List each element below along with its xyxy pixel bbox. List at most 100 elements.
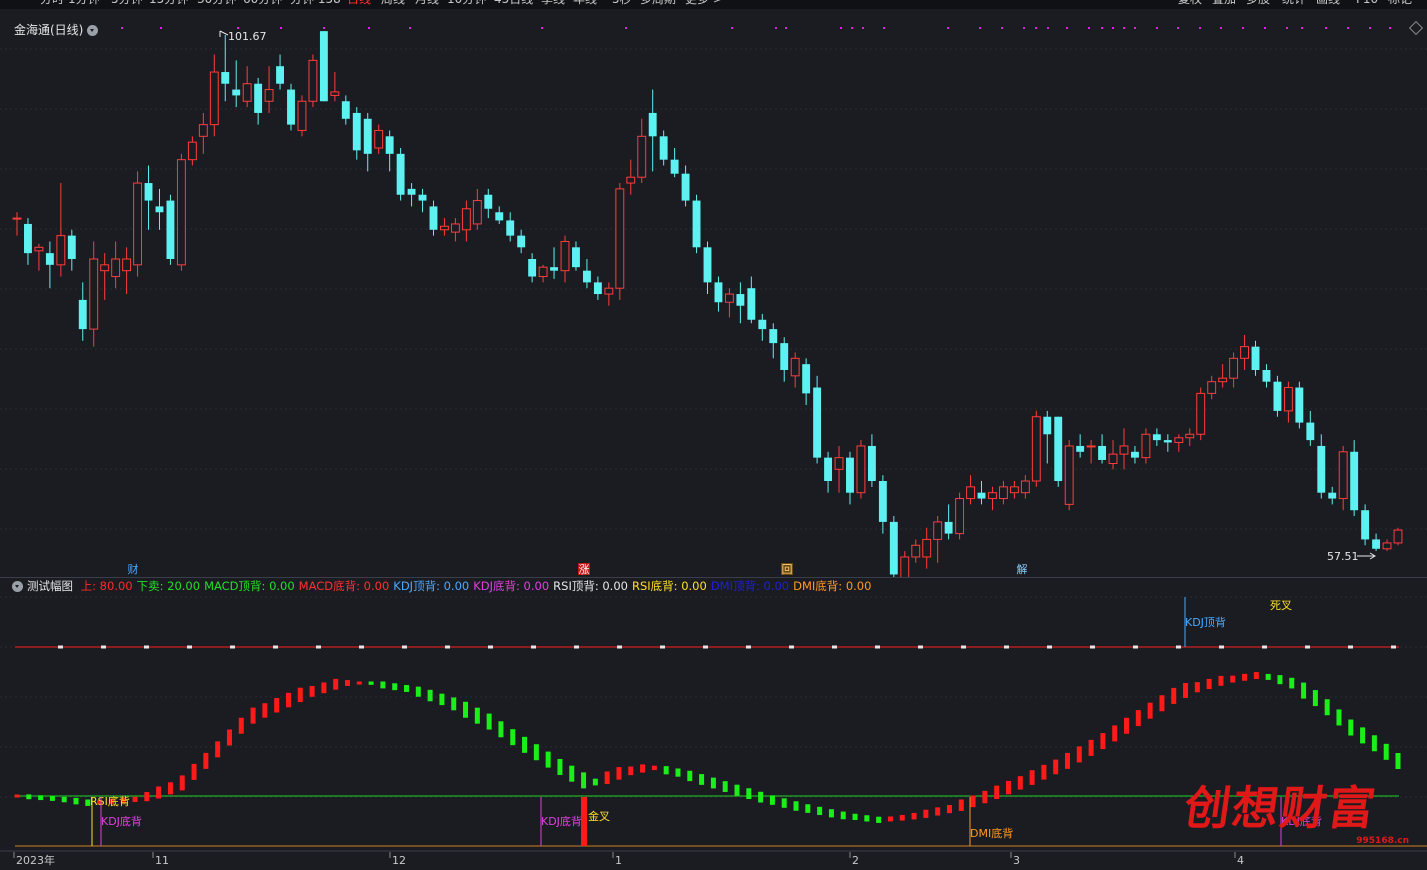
candle-body[interactable] xyxy=(878,481,887,522)
event-marker[interactable]: 财 xyxy=(128,562,139,576)
candle-body[interactable] xyxy=(506,220,515,236)
candle-body[interactable] xyxy=(560,240,570,272)
candle-body[interactable] xyxy=(111,258,121,278)
candle-body[interactable] xyxy=(1306,422,1315,441)
toolbar-button[interactable]: 叠加 xyxy=(1212,0,1236,5)
candle-body[interactable] xyxy=(67,235,76,259)
candle-body[interactable] xyxy=(89,258,99,330)
candle-body[interactable] xyxy=(572,247,580,268)
candle-body[interactable] xyxy=(1054,416,1063,482)
candle-body[interactable] xyxy=(1273,381,1282,411)
candle-body[interactable] xyxy=(1295,387,1304,423)
toolbar-button[interactable]: 多股 xyxy=(1246,0,1270,5)
candle-body[interactable] xyxy=(1338,451,1348,500)
period-tab[interactable]: 10分钟 xyxy=(447,0,486,5)
period-tab[interactable]: 60分钟 xyxy=(243,0,282,5)
candle-body[interactable] xyxy=(724,293,734,303)
candle-body[interactable] xyxy=(308,59,318,102)
candle-body[interactable] xyxy=(1009,486,1019,494)
candle-body[interactable] xyxy=(363,118,372,154)
candle-body[interactable] xyxy=(834,457,844,470)
candle-body[interactable] xyxy=(747,288,756,320)
candle-body[interactable] xyxy=(966,486,975,500)
candle-body[interactable] xyxy=(955,498,965,535)
candle-body[interactable] xyxy=(209,71,219,126)
candle-body[interactable] xyxy=(758,319,767,330)
period-tab[interactable]: 周线 xyxy=(381,0,405,5)
candle-body[interactable] xyxy=(1382,542,1392,550)
candle-body[interactable] xyxy=(867,445,876,482)
candle-body[interactable] xyxy=(24,223,32,254)
candle-body[interactable] xyxy=(100,264,110,272)
candle-body[interactable] xyxy=(407,188,416,195)
candle-body[interactable] xyxy=(133,182,143,266)
toolbar-button[interactable]: 复权 xyxy=(1178,0,1202,5)
candle-body[interactable] xyxy=(242,83,252,102)
candle-body[interactable] xyxy=(659,136,668,160)
candle-body[interactable] xyxy=(528,258,537,277)
candle-body[interactable] xyxy=(922,538,932,558)
candle-body[interactable] xyxy=(1152,434,1161,441)
candle-body[interactable] xyxy=(484,194,493,209)
candle-body[interactable] xyxy=(1361,510,1370,540)
candle-body[interactable] xyxy=(1108,453,1118,464)
event-marker[interactable]: 解 xyxy=(1017,562,1028,576)
candle-body[interactable] xyxy=(56,235,66,266)
candle-body[interactable] xyxy=(12,217,22,220)
candle-body[interactable] xyxy=(122,258,132,272)
candle-body[interactable] xyxy=(604,287,614,295)
candle-body[interactable] xyxy=(461,208,471,231)
candle-body[interactable] xyxy=(341,101,350,119)
period-tab[interactable]: 45日线 xyxy=(494,0,533,5)
candle-body[interactable] xyxy=(319,31,328,102)
candle-body[interactable] xyxy=(78,299,87,330)
event-marker[interactable]: 回 xyxy=(782,563,793,576)
candle-body[interactable] xyxy=(1086,445,1096,448)
candle-body[interactable] xyxy=(1119,445,1129,455)
period-tab[interactable]: 更多 > xyxy=(685,0,723,5)
candle-body[interactable] xyxy=(450,223,460,233)
candle-body[interactable] xyxy=(254,83,263,113)
candle-body[interactable] xyxy=(670,159,679,174)
candle-body[interactable] xyxy=(1076,445,1085,452)
candle-body[interactable] xyxy=(472,200,482,225)
candle-body[interactable] xyxy=(769,329,778,344)
candle-body[interactable] xyxy=(714,282,723,303)
candle-body[interactable] xyxy=(736,294,745,306)
period-tab[interactable]: 年线 xyxy=(573,0,597,5)
candle-body[interactable] xyxy=(352,112,361,151)
candle-body[interactable] xyxy=(1163,440,1172,443)
candle-body[interactable] xyxy=(1393,529,1403,544)
candle-body[interactable] xyxy=(144,183,153,201)
period-tab[interactable]: 季线 xyxy=(541,0,565,5)
candle-body[interactable] xyxy=(856,445,866,494)
candle-body[interactable] xyxy=(1218,377,1228,383)
candle-body[interactable] xyxy=(998,486,1008,500)
candle-body[interactable] xyxy=(681,173,690,201)
candle-body[interactable] xyxy=(155,206,164,213)
candle-body[interactable] xyxy=(824,457,833,482)
candle-body[interactable] xyxy=(1064,445,1074,505)
candle-body[interactable] xyxy=(911,544,921,558)
period-tab[interactable]: 日线 xyxy=(347,0,371,5)
toolbar-button[interactable]: 标记 xyxy=(1388,0,1412,5)
candle-body[interactable] xyxy=(1031,416,1041,482)
candle-body[interactable] xyxy=(232,89,241,96)
period-tab[interactable]: 1分钟 xyxy=(68,0,100,5)
candle-body[interactable] xyxy=(1131,451,1139,458)
candle-body[interactable] xyxy=(1328,492,1337,499)
candle-body[interactable] xyxy=(1240,346,1250,359)
candle-body[interactable] xyxy=(637,135,647,178)
candle-body[interactable] xyxy=(297,100,307,131)
period-tab[interactable]: 月线 xyxy=(415,0,439,5)
candle-body[interactable] xyxy=(944,521,953,534)
candle-body[interactable] xyxy=(276,66,284,84)
candle-body[interactable] xyxy=(790,357,800,377)
candle-body[interactable] xyxy=(495,212,504,221)
candle-body[interactable] xyxy=(418,194,427,201)
period-tab[interactable]: 5秒 xyxy=(612,0,632,5)
period-tab[interactable]: 分钟 158 xyxy=(290,0,341,5)
candle-body[interactable] xyxy=(538,266,548,278)
candle-body[interactable] xyxy=(1251,346,1260,371)
candle-body[interactable] xyxy=(703,247,712,283)
